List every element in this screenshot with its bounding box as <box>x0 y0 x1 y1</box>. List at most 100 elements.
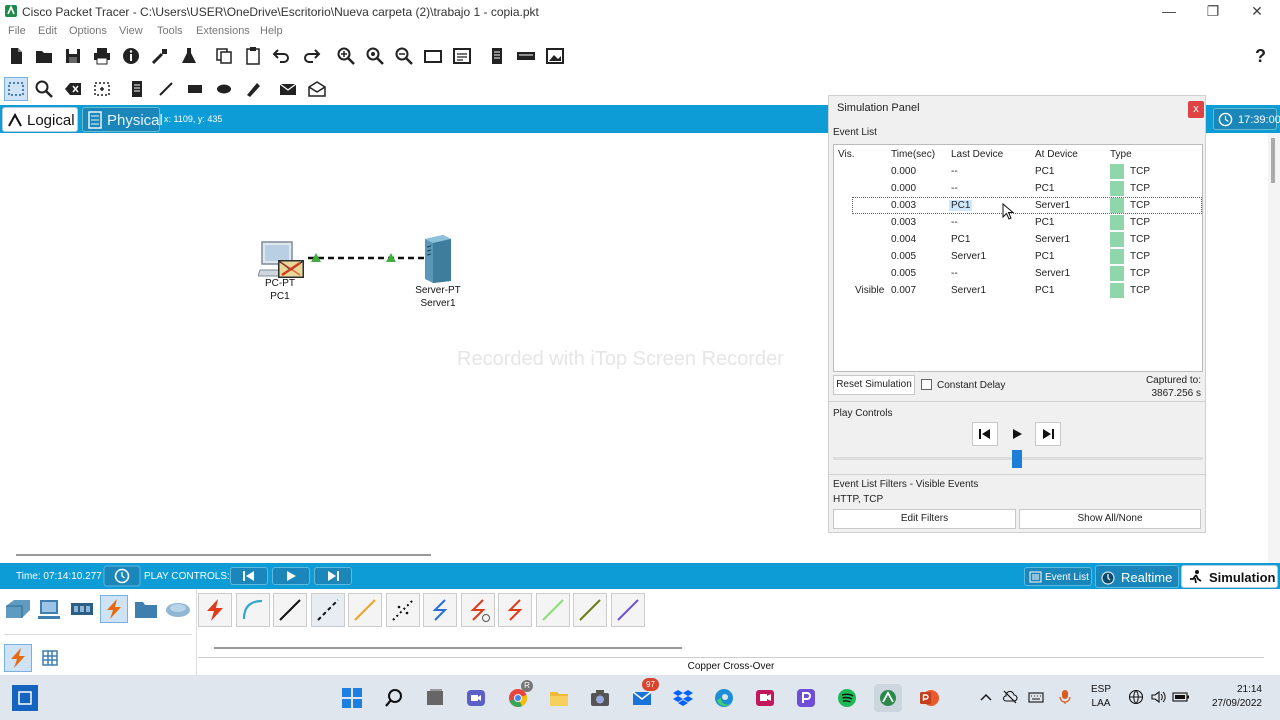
zoom-out-button[interactable] <box>392 44 416 68</box>
event-type-color[interactable] <box>1110 215 1124 230</box>
event-row-selected[interactable]: 0.003 PC1 Server1 TCP <box>852 197 1202 214</box>
event-row[interactable]: Visible 0.007 Server1 PC1 TCP <box>834 282 1202 299</box>
screenshot-button[interactable] <box>543 44 567 68</box>
menu-help[interactable]: Help <box>260 25 283 37</box>
task-view-button[interactable] <box>421 684 449 712</box>
screen-recorder-button[interactable] <box>751 684 779 712</box>
redo-button[interactable] <box>299 44 323 68</box>
taskbar-search-button[interactable] <box>380 684 408 712</box>
place-note-button[interactable] <box>125 77 149 101</box>
chevron-up-icon[interactable] <box>980 692 992 702</box>
play-speed-slider-thumb[interactable] <box>1012 450 1022 468</box>
connection-copper-crossover[interactable] <box>311 593 345 627</box>
delete-button[interactable] <box>61 77 85 101</box>
column-header-time[interactable]: Time(sec) <box>891 149 935 160</box>
event-type-color[interactable] <box>1110 181 1124 196</box>
custom-device-button[interactable] <box>177 44 201 68</box>
playbar-play-button[interactable] <box>272 567 310 585</box>
workspace-clock[interactable]: 17:39:00 <box>1213 108 1280 130</box>
menu-edit[interactable]: Edit <box>38 25 57 37</box>
connection-octal[interactable] <box>536 593 570 627</box>
custom-devices-dialog-button[interactable] <box>450 44 474 68</box>
resize-button[interactable] <box>90 77 114 101</box>
inspect-button[interactable] <box>32 77 56 101</box>
help-question-icon[interactable]: ? <box>1255 46 1266 67</box>
copper-crossover-link[interactable] <box>306 251 426 265</box>
info-button[interactable] <box>119 44 143 68</box>
undo-button[interactable] <box>270 44 294 68</box>
connection-usb[interactable] <box>611 593 645 627</box>
connection-automatic[interactable] <box>198 593 232 627</box>
connection-phone[interactable] <box>386 593 420 627</box>
connection-serial-dte[interactable] <box>498 593 532 627</box>
active-app-indicator[interactable] <box>12 685 38 711</box>
event-list-table[interactable]: Vis. Time(sec) Last Device At Device Typ… <box>833 144 1203 372</box>
network-info-button[interactable] <box>514 44 538 68</box>
close-window-button[interactable]: ✕ <box>1234 0 1280 22</box>
tab-physical[interactable]: Physical <box>82 107 163 132</box>
subcategory-connections[interactable] <box>4 644 32 672</box>
connection-serial-dce[interactable] <box>461 593 495 627</box>
connection-fiber[interactable] <box>348 593 382 627</box>
connection-iot[interactable] <box>573 593 607 627</box>
edit-filters-button[interactable]: Edit Filters <box>833 509 1016 529</box>
event-row[interactable]: 0.005 Server1 PC1 TCP <box>834 248 1202 265</box>
event-type-color[interactable] <box>1110 283 1124 298</box>
powerpoint-button[interactable] <box>915 684 943 712</box>
event-row[interactable]: 0.004 PC1 Server1 TCP <box>834 231 1202 248</box>
draw-rectangle-button[interactable] <box>183 77 207 101</box>
playbar-forward-button[interactable] <box>314 567 352 585</box>
copy-button[interactable] <box>212 44 236 68</box>
drawing-palette-button[interactable] <box>421 44 445 68</box>
category-multiuser[interactable] <box>164 595 192 623</box>
event-type-color[interactable] <box>1110 164 1124 179</box>
input-language-indicator[interactable]: ESP LAA <box>1090 683 1112 711</box>
event-row[interactable]: 0.000 -- PC1 TCP <box>834 180 1202 197</box>
menu-view[interactable]: View <box>119 25 143 37</box>
constant-delay-checkbox[interactable] <box>921 379 932 390</box>
menu-extensions[interactable]: Extensions <box>196 25 250 37</box>
step-back-button[interactable] <box>972 422 998 446</box>
packet-tracer-taskbar-button[interactable] <box>874 684 902 712</box>
playbar-back-button[interactable] <box>230 567 268 585</box>
tab-logical[interactable]: Logical <box>2 107 78 132</box>
realtime-mode-button[interactable]: Realtime <box>1095 565 1179 588</box>
draw-ellipse-button[interactable] <box>212 77 236 101</box>
microphone-icon[interactable] <box>1058 689 1072 705</box>
paste-button[interactable] <box>241 44 265 68</box>
speaker-icon[interactable] <box>1150 689 1166 705</box>
column-header-vis[interactable]: Vis. <box>838 149 855 160</box>
event-row[interactable]: 0.000 -- PC1 TCP <box>834 163 1202 180</box>
start-button[interactable] <box>338 684 366 712</box>
column-header-type[interactable]: Type <box>1110 149 1132 160</box>
event-list-toggle-button[interactable]: Event List <box>1024 567 1092 586</box>
system-clock[interactable]: 21:14 27/09/2022 <box>1196 683 1262 711</box>
add-simple-pdu-button[interactable] <box>276 77 300 101</box>
connections-scroll-thumb[interactable] <box>214 647 682 649</box>
category-network-devices[interactable] <box>4 595 32 623</box>
simulation-panel-close-button[interactable]: x <box>1188 101 1204 118</box>
notes-button[interactable] <box>485 44 509 68</box>
category-end-devices[interactable] <box>36 595 64 623</box>
menu-options[interactable]: Options <box>69 25 107 37</box>
column-header-at-device[interactable]: At Device <box>1035 149 1078 160</box>
server-device-icon[interactable] <box>421 233 453 283</box>
subcategory-structured-cabling[interactable] <box>36 644 64 672</box>
draw-line-button[interactable] <box>154 77 178 101</box>
spotify-button[interactable] <box>833 684 861 712</box>
vertical-scroll-thumb[interactable] <box>1271 138 1275 183</box>
save-button[interactable] <box>61 44 85 68</box>
category-miscellaneous[interactable] <box>132 595 160 623</box>
camera-app-button[interactable] <box>586 684 614 712</box>
maximize-button[interactable]: ❐ <box>1190 0 1236 22</box>
menu-file[interactable]: File <box>8 25 26 37</box>
freeform-button[interactable] <box>241 77 265 101</box>
horizontal-scroll-thumb[interactable] <box>16 554 431 556</box>
minimize-button[interactable]: — <box>1146 0 1192 22</box>
event-type-color[interactable] <box>1110 266 1124 281</box>
publisher-app-button[interactable] <box>792 684 820 712</box>
connection-console[interactable] <box>236 593 270 627</box>
event-type-color[interactable] <box>1110 232 1124 247</box>
show-all-none-button[interactable]: Show All/None <box>1019 509 1201 529</box>
add-complex-pdu-button[interactable] <box>305 77 329 101</box>
